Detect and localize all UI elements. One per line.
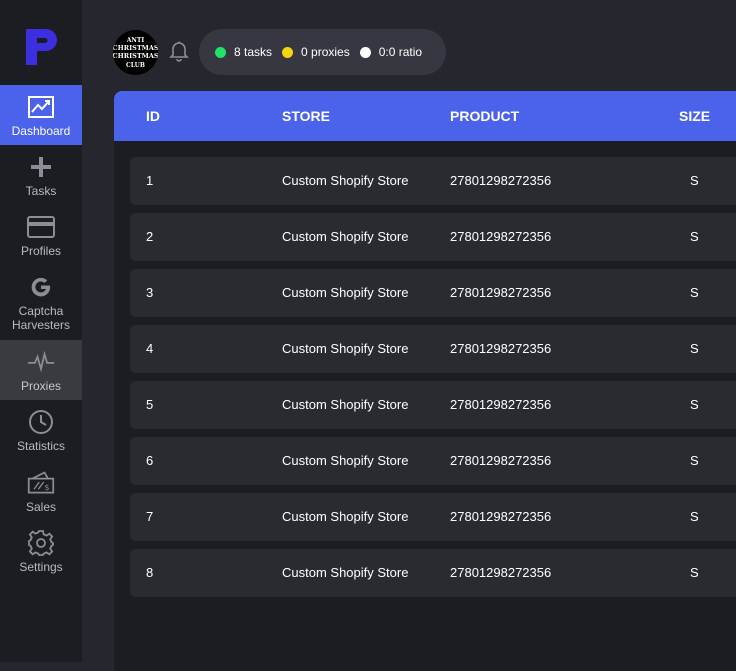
cell-size: S	[690, 565, 699, 580]
sidebar-item-label: Statistics	[16, 438, 65, 453]
cell-id: 5	[146, 397, 154, 412]
cell-product: 27801298272356	[450, 229, 552, 244]
svg-text:CHRISTMAS: CHRISTMAS	[113, 44, 158, 52]
svg-text:CLUB: CLUB	[126, 62, 145, 69]
white-status-dot	[359, 46, 371, 58]
cell-id: 3	[146, 285, 154, 300]
ratio-value: 0:0 ratio	[378, 45, 423, 59]
proxies-stat: 0 proxies	[282, 45, 350, 59]
cell-product: 27801298272356	[450, 173, 552, 188]
cell-product: 27801298272356	[450, 397, 552, 412]
cell-store: Custom Shopify Store	[282, 397, 409, 412]
table-row[interactable]: 8 Custom Shopify Store 27801298272356 S	[130, 549, 736, 597]
table-row[interactable]: 1 Custom Shopify Store 27801298272356 S	[130, 157, 736, 205]
sidebar-item-label: Captcha Harvesters	[11, 303, 70, 332]
sidebar-item-proxies[interactable]: Proxies	[0, 340, 82, 400]
cell-size: S	[690, 229, 699, 244]
avatar[interactable]: ANTI CHRISTMAS CHRISTMAS CLUB	[113, 30, 158, 75]
table-row[interactable]: 3 Custom Shopify Store 27801298272356 S	[130, 269, 736, 317]
plus-icon	[27, 153, 55, 181]
table-row[interactable]: 7 Custom Shopify Store 27801298272356 S	[130, 493, 736, 541]
ticket-icon: $	[27, 469, 55, 497]
cell-id: 4	[146, 341, 154, 356]
clock-icon	[27, 408, 55, 436]
table-row[interactable]: 4 Custom Shopify Store 27801298272356 S	[130, 325, 736, 373]
cell-store: Custom Shopify Store	[282, 341, 409, 356]
sidebar-item-dashboard[interactable]: Dashboard	[0, 85, 82, 145]
cell-store: Custom Shopify Store	[282, 509, 409, 524]
app-logo-icon	[26, 29, 57, 65]
google-g-icon	[27, 273, 55, 301]
yellow-status-dot	[282, 46, 294, 58]
svg-text:$: $	[45, 483, 50, 492]
cell-id: 2	[146, 229, 154, 244]
sidebar-item-statistics[interactable]: Statistics	[0, 400, 82, 460]
sidebar-item-label: Profiles	[20, 243, 61, 258]
cell-product: 27801298272356	[450, 509, 552, 524]
cell-id: 6	[146, 453, 154, 468]
cell-size: S	[690, 453, 699, 468]
sidebar-item-label: Sales	[25, 499, 57, 514]
sidebar: Dashboard Tasks Profiles Captcha Harvest…	[0, 0, 82, 662]
sidebar-item-profiles[interactable]: Profiles	[0, 205, 82, 265]
sidebar-item-label: Dashboard	[11, 123, 71, 138]
bell-icon[interactable]	[168, 40, 190, 62]
sidebar-item-label: Proxies	[20, 378, 61, 393]
svg-text:CHRISTMAS: CHRISTMAS	[113, 52, 158, 60]
cell-store: Custom Shopify Store	[282, 173, 409, 188]
cell-product: 27801298272356	[450, 565, 552, 580]
column-header-size[interactable]: SIZE	[679, 91, 710, 141]
column-header-id[interactable]: ID	[146, 91, 160, 141]
ratio-stat: 0:0 ratio	[359, 45, 423, 59]
column-header-product[interactable]: PRODUCT	[450, 91, 519, 141]
cell-store: Custom Shopify Store	[282, 453, 409, 468]
cell-product: 27801298272356	[450, 453, 552, 468]
cell-store: Custom Shopify Store	[282, 285, 409, 300]
table-header: ID STORE PRODUCT SIZE	[114, 91, 736, 141]
sidebar-item-label: Tasks	[25, 183, 57, 198]
tasks-table-panel: ID STORE PRODUCT SIZE 1 Custom Shopify S…	[114, 91, 736, 671]
gear-icon	[27, 529, 55, 557]
sidebar-item-tasks[interactable]: Tasks	[0, 145, 82, 205]
sidebar-item-settings[interactable]: Settings	[0, 521, 82, 581]
cell-size: S	[690, 397, 699, 412]
dashboard-chart-icon	[27, 93, 55, 121]
cell-product: 27801298272356	[450, 341, 552, 356]
cell-store: Custom Shopify Store	[282, 565, 409, 580]
tasks-stat: 8 tasks	[215, 45, 272, 59]
sidebar-item-captcha-harvesters[interactable]: Captcha Harvesters	[0, 272, 82, 332]
table-row[interactable]: 5 Custom Shopify Store 27801298272356 S	[130, 381, 736, 429]
green-status-dot	[215, 46, 226, 58]
sidebar-item-sales[interactable]: $ Sales	[0, 461, 82, 521]
cell-id: 8	[146, 565, 154, 580]
table-row[interactable]: 2 Custom Shopify Store 27801298272356 S	[130, 213, 736, 261]
table-body: 1 Custom Shopify Store 27801298272356 S …	[130, 157, 736, 605]
cell-id: 1	[146, 173, 154, 188]
status-pill: 8 tasks 0 proxies 0:0 ratio	[199, 29, 446, 75]
cell-size: S	[690, 285, 699, 300]
column-header-store[interactable]: STORE	[282, 91, 330, 141]
pulse-icon	[27, 348, 55, 376]
table-row[interactable]: 6 Custom Shopify Store 27801298272356 S	[130, 437, 736, 485]
proxies-count: 0 proxies	[301, 45, 350, 59]
avatar-logo: ANTI CHRISTMAS CHRISTMAS CLUB	[113, 30, 158, 75]
cell-size: S	[690, 509, 699, 524]
cell-size: S	[690, 173, 699, 188]
cell-product: 27801298272356	[450, 285, 552, 300]
svg-text:ANTI: ANTI	[126, 37, 145, 44]
cell-id: 7	[146, 509, 154, 524]
tasks-count: 8 tasks	[234, 45, 273, 59]
cell-size: S	[690, 341, 699, 356]
cell-store: Custom Shopify Store	[282, 229, 409, 244]
card-icon	[27, 213, 55, 241]
sidebar-item-label: Settings	[19, 559, 63, 574]
